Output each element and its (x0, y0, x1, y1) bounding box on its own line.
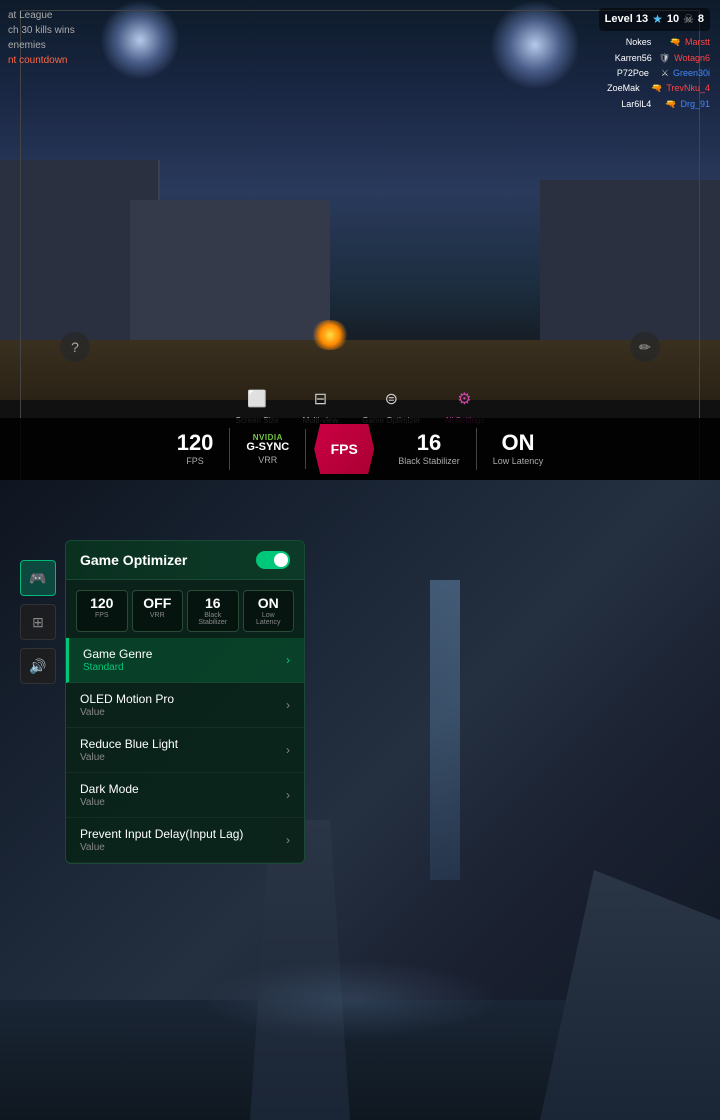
audio-button[interactable]: 🔊 (20, 648, 56, 684)
game-name-text: at League (8, 8, 75, 23)
screen-size-icon: ⬜ (243, 385, 271, 413)
fps-badge-text: FPS (331, 441, 358, 457)
input-lag-value: Value (80, 842, 243, 853)
shield-icon: 🛡 (659, 51, 670, 65)
mini-vrr-stat: OFF VRR (132, 590, 184, 632)
menu-item-oled-motion[interactable]: OLED Motion Pro Value › (66, 683, 304, 728)
level-badge: Level 13 ★ 10 ☠ 8 (599, 8, 710, 31)
mini-black-stab-label: Black Stabilizer (194, 612, 232, 626)
scoreboard: Nokes 🔫 Marstt Karren56 🛡 Wotagn6 P72Poe… (599, 35, 710, 111)
bottom-game-section: 🎮 ⊞ 🔊 Game Optimizer 120 FPS OFF VRR 16 … (0, 480, 720, 1120)
panel-header: Game Optimizer (66, 541, 304, 580)
black-stabilizer-label: Black Stabilizer (398, 456, 460, 466)
fps-stat: 120 FPS (161, 428, 231, 470)
skull-count: 8 (698, 11, 704, 29)
chevron-right-icon: › (286, 743, 290, 757)
chevron-right-icon: › (286, 653, 290, 667)
menu-item-reduce-blue[interactable]: Reduce Blue Light Value › (66, 728, 304, 773)
help-button[interactable]: ? (60, 332, 90, 362)
mini-vrr-value: OFF (139, 596, 177, 610)
reduce-blue-name: Reduce Blue Light (80, 737, 178, 751)
pistol-icon: 🔫 (665, 97, 676, 111)
score-row: Lar6lL4 🔫 Drg_91 (599, 97, 710, 111)
mini-latency-stat: ON Low Latency (243, 590, 295, 632)
sword-icon: ⚔ (661, 66, 669, 80)
mini-black-stab-value: 16 (194, 596, 232, 610)
mini-latency-label: Low Latency (250, 612, 288, 626)
panel-title: Game Optimizer (80, 552, 187, 568)
edit-button[interactable]: ✏ (630, 332, 660, 362)
side-icon-panel: 🎮 ⊞ 🔊 (20, 560, 56, 684)
score-row: P72Poe ⚔ Green30i (599, 66, 710, 80)
chevron-right-icon: › (286, 698, 290, 712)
input-lag-name: Prevent Input Delay(Input Lag) (80, 827, 243, 841)
waterfall (430, 580, 460, 880)
fps-badge: FPS (314, 424, 374, 474)
objective-text: ch 30 kills wins (8, 23, 75, 38)
dark-mode-value: Value (80, 797, 139, 808)
game-optimizer-panel: Game Optimizer 120 FPS OFF VRR 16 Black … (65, 540, 305, 864)
mini-fps-value: 120 (83, 596, 121, 610)
oled-motion-name: OLED Motion Pro (80, 692, 174, 706)
hud-bottom-bar: 120 FPS NVIDIA G-SYNC VRR FPS 16 Black S… (0, 418, 720, 480)
mini-black-stab-stat: 16 Black Stabilizer (187, 590, 239, 632)
mini-fps-label: FPS (83, 612, 121, 619)
optimizer-stats-row: 120 FPS OFF VRR 16 Black Stabilizer ON L… (66, 580, 304, 638)
spotlight-left (100, 0, 180, 80)
gsync-value: G-SYNC (246, 442, 289, 453)
level-text: Level 13 (605, 11, 648, 29)
game-genre-value: Standard (83, 662, 152, 673)
low-latency-label: Low Latency (493, 456, 544, 466)
reduce-blue-value: Value (80, 752, 178, 763)
star-count: 10 (667, 11, 679, 29)
fps-value: 120 (177, 432, 214, 454)
menu-item-dark-mode[interactable]: Dark Mode Value › (66, 773, 304, 818)
enemies-label: enemies (8, 38, 75, 53)
gun2-icon: 🔫 (651, 81, 662, 95)
chevron-right-icon: › (286, 833, 290, 847)
game-genre-name: Game Genre (83, 647, 152, 661)
menu-item-game-genre[interactable]: Game Genre Standard › (66, 638, 304, 683)
countdown-text: nt countdown (8, 53, 75, 68)
black-stabilizer-stat: 16 Black Stabilizer (382, 428, 477, 470)
all-settings-icon: ⚙ (450, 385, 478, 413)
mini-latency-value: ON (250, 596, 288, 610)
hud-top-left: at League ch 30 kills wins enemies nt co… (8, 8, 75, 68)
mini-vrr-label: VRR (139, 612, 177, 619)
multi-view-icon: ⊟ (306, 385, 334, 413)
gun-icon: 🔫 (670, 35, 681, 49)
vrr-label: VRR (258, 455, 277, 465)
mini-fps-stat: 120 FPS (76, 590, 128, 632)
low-latency-stat: ON Low Latency (477, 428, 560, 470)
optimizer-toggle[interactable] (256, 551, 290, 569)
building-right (540, 180, 720, 360)
menu-item-input-lag[interactable]: Prevent Input Delay(Input Lag) Value › (66, 818, 304, 863)
skull-icon: ☠ (683, 10, 694, 29)
oled-motion-value: Value (80, 707, 174, 718)
display-button[interactable]: ⊞ (20, 604, 56, 640)
toggle-knob (274, 553, 288, 567)
hud-top-right: Level 13 ★ 10 ☠ 8 Nokes 🔫 Marstt Karren5… (599, 8, 710, 112)
fps-label: FPS (186, 456, 204, 466)
black-stabilizer-value: 16 (417, 432, 441, 454)
spotlight-right (490, 0, 580, 90)
gamepad-button[interactable]: 🎮 (20, 560, 56, 596)
dark-mode-name: Dark Mode (80, 782, 139, 796)
muzzle-flash (310, 320, 350, 350)
score-row: Karren56 🛡 Wotagn6 (599, 51, 710, 65)
gsync-stat: NVIDIA G-SYNC VRR (230, 429, 306, 469)
star-icon: ★ (652, 10, 663, 29)
low-latency-value: ON (502, 432, 535, 454)
mist-effect (200, 960, 500, 1040)
top-game-section: at League ch 30 kills wins enemies nt co… (0, 0, 720, 480)
building-center (130, 200, 330, 360)
game-optimizer-icon: ⊜ (377, 385, 405, 413)
score-row: ZoeMak 🔫 TrevNku_4 (599, 81, 710, 95)
chevron-right-icon: › (286, 788, 290, 802)
score-row: Nokes 🔫 Marstt (599, 35, 710, 49)
